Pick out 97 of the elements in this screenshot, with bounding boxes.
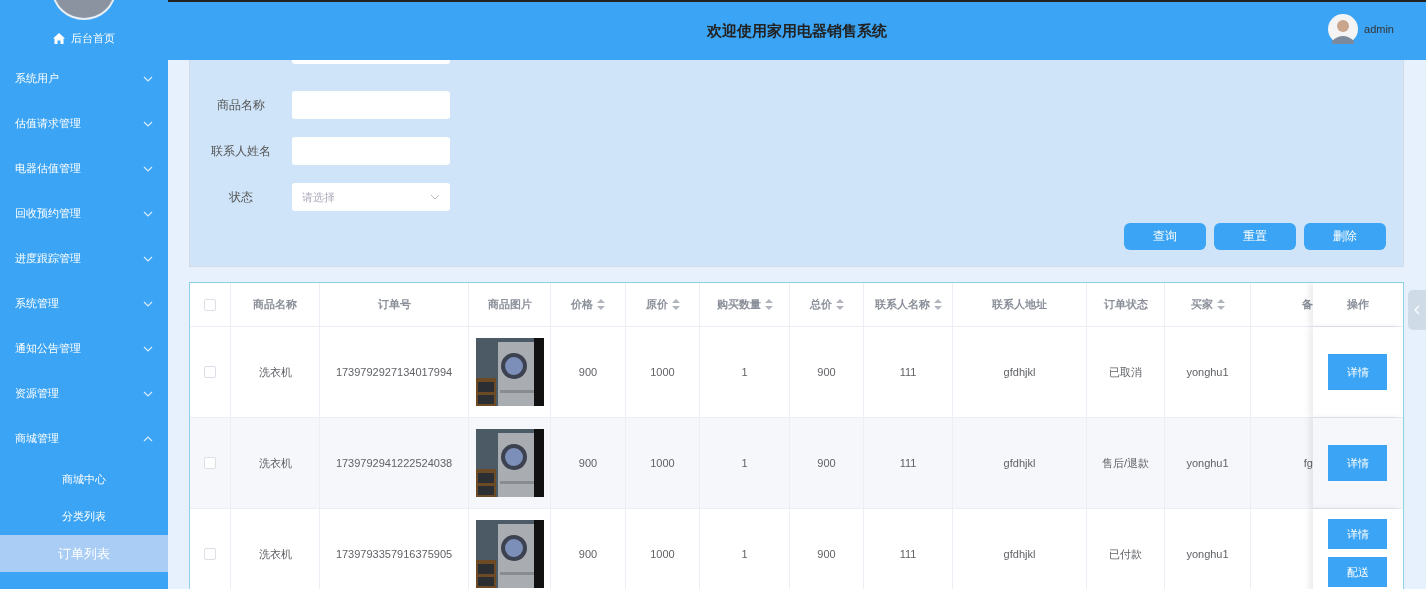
column-header[interactable]: 商品图片 — [487, 297, 532, 312]
table-cell: 900 — [817, 457, 836, 469]
detail-button[interactable]: 配送 — [1328, 557, 1387, 587]
table-cell: 1000 — [650, 457, 675, 469]
sort-icon[interactable] — [671, 299, 680, 310]
field-label: 商品名称 — [216, 96, 266, 114]
table-cell: 111 — [899, 548, 917, 560]
chevron-icon — [143, 435, 153, 442]
table-cell: 900 — [817, 548, 836, 560]
table-cell: 1 — [741, 366, 748, 378]
menu-item[interactable]: 回收预约管理 — [0, 191, 168, 236]
input-field[interactable] — [292, 60, 450, 64]
table-cell: 洗衣机 — [258, 546, 292, 562]
menu-item[interactable]: 电器估值管理 — [0, 146, 168, 191]
sort-icon[interactable] — [1216, 299, 1225, 310]
user-name: admin — [1364, 23, 1394, 35]
menu-item[interactable]: 估值请求管理 — [0, 101, 168, 146]
table-cell: 1000 — [650, 366, 675, 378]
submenu-item[interactable]: 商城中心 — [0, 461, 168, 498]
checkbox[interactable] — [204, 298, 216, 311]
table-cell: gfdhjkl — [1003, 457, 1036, 469]
sort-icon[interactable] — [597, 299, 605, 310]
chevron-icon — [143, 120, 153, 127]
input-field[interactable] — [292, 137, 450, 165]
menu-item[interactable]: 系统用户 — [0, 56, 168, 101]
submenu-item[interactable]: 订单列表 — [0, 535, 168, 572]
table-cell: 1000 — [650, 548, 675, 560]
table-cell: 111 — [899, 457, 917, 469]
column-header[interactable]: 联系人地址 — [992, 297, 1047, 312]
table-cell: gfdhjkl — [1003, 548, 1036, 560]
sort-icon[interactable] — [835, 299, 844, 310]
detail-button[interactable]: 详情 — [1328, 519, 1387, 549]
menu-item[interactable]: 系统管理 — [0, 281, 168, 326]
menu-item[interactable]: 商城管理 — [0, 416, 168, 461]
chevron-icon — [430, 194, 440, 200]
table-cell: 1739792927134017994 — [335, 366, 453, 378]
menu-item[interactable]: 资源管理 — [0, 371, 168, 416]
column-header[interactable]: 联系人名称 — [874, 297, 942, 312]
table-cell: yonghu1 — [1186, 548, 1229, 560]
home-icon — [53, 32, 65, 44]
table-cell: fg — [1303, 457, 1313, 469]
sort-icon[interactable] — [764, 299, 773, 310]
table-cell: 900 — [578, 366, 598, 378]
table-cell: 1739793357916375905 — [335, 548, 453, 560]
column-header[interactable]: 总价 — [809, 297, 844, 312]
column-header[interactable]: 原价 — [645, 297, 680, 312]
column-header[interactable]: 价格 — [571, 297, 605, 312]
table-cell: 900 — [817, 366, 836, 378]
chevron-icon — [1414, 305, 1420, 315]
table-cell: 已付款 — [1109, 546, 1142, 562]
menu-item[interactable]: 进度跟踪管理 — [0, 236, 168, 281]
sort-icon[interactable] — [933, 299, 942, 310]
detail-button[interactable]: 详情 — [1328, 354, 1387, 390]
column-header[interactable]: 备 — [1302, 297, 1313, 312]
chevron-icon — [143, 165, 153, 172]
table-cell: 洗衣机 — [258, 455, 292, 471]
chevron-icon — [143, 255, 153, 262]
column-header[interactable]: 购买数量 — [716, 297, 773, 312]
checkbox[interactable] — [204, 366, 216, 378]
field-label: 联系人姓名 — [210, 142, 272, 160]
collapse-tab[interactable] — [1408, 290, 1426, 330]
column-header[interactable]: 商品名称 — [253, 297, 297, 312]
table-cell: 900 — [578, 548, 598, 560]
table-cell: 111 — [899, 366, 917, 378]
table-cell: yonghu1 — [1186, 457, 1229, 469]
column-header[interactable]: 订单号 — [377, 297, 411, 312]
home-link[interactable]: 后台首页 — [0, 20, 168, 56]
table-cell: gfdhjkl — [1003, 366, 1036, 378]
field-label: 状态 — [228, 188, 254, 206]
action-button[interactable]: 查询 — [1124, 223, 1206, 250]
chevron-icon — [143, 345, 153, 352]
checkbox[interactable] — [204, 457, 216, 469]
table-cell: yonghu1 — [1186, 366, 1229, 378]
column-header[interactable]: 订单状态 — [1103, 297, 1148, 312]
table-cell: 1 — [741, 548, 748, 560]
table-cell: 洗衣机 — [258, 364, 292, 380]
checkbox[interactable] — [204, 548, 216, 560]
column-header[interactable]: 操作 — [1346, 297, 1369, 312]
select-field[interactable]: 请选择 — [292, 183, 450, 211]
page-title: 欢迎使用家用电器销售系统 — [707, 21, 887, 41]
table-cell: 1739792941222524038 — [335, 457, 453, 469]
chevron-icon — [143, 75, 153, 82]
action-button[interactable]: 删除 — [1304, 223, 1386, 250]
input-field[interactable] — [292, 91, 450, 119]
table-cell: 售后/退款 — [1101, 455, 1150, 471]
table-cell: 1 — [741, 457, 748, 469]
avatar — [1328, 14, 1359, 44]
table-cell: 900 — [578, 457, 598, 469]
chevron-icon — [143, 390, 153, 397]
chevron-icon — [143, 300, 153, 307]
table-cell: 已取消 — [1109, 364, 1142, 380]
menu-item[interactable]: 通知公告管理 — [0, 326, 168, 371]
chevron-icon — [143, 210, 153, 217]
detail-button[interactable]: 详情 — [1328, 445, 1387, 481]
action-button[interactable]: 重置 — [1214, 223, 1296, 250]
column-header[interactable]: 买家 — [1190, 297, 1225, 312]
submenu-item[interactable]: 分类列表 — [0, 498, 168, 535]
